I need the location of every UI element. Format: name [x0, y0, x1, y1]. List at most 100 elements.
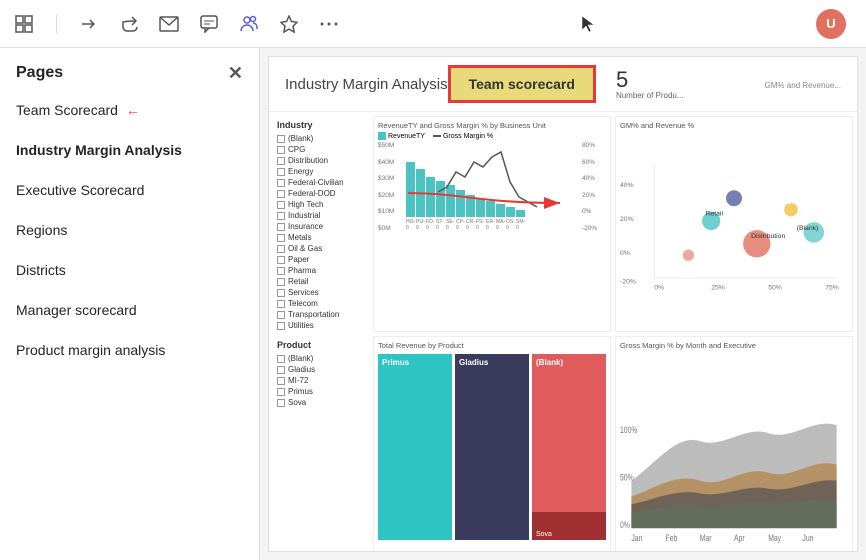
- svg-text:0%: 0%: [654, 284, 664, 291]
- filter-product-blank[interactable]: (Blank): [277, 354, 369, 363]
- right-label: GM% and Revenue...: [765, 81, 841, 90]
- filter-item-paper[interactable]: Paper: [277, 255, 369, 264]
- user-avatar[interactable]: U: [816, 9, 846, 39]
- chat-icon[interactable]: [197, 12, 221, 36]
- filter-item-transportation[interactable]: Transportation: [277, 310, 369, 319]
- svg-text:Mar: Mar: [700, 533, 712, 543]
- scorecard-label: Team scorecard: [469, 76, 575, 92]
- gladius-label: Gladius: [459, 358, 488, 367]
- filter-item-hightech[interactable]: High Tech: [277, 200, 369, 209]
- y-axis-right: 80%60%40%20%0%-20%: [580, 142, 606, 232]
- svg-text:Feb: Feb: [666, 533, 678, 543]
- svg-text:Jun: Jun: [802, 533, 813, 543]
- sidebar-item-executive-scorecard[interactable]: Executive Scorecard: [0, 170, 259, 210]
- filter-item-insurance[interactable]: Insurance: [277, 222, 369, 231]
- sidebar-item-industry-margin[interactable]: Industry Margin Analysis: [0, 130, 259, 170]
- sidebar-item-team-scorecard[interactable]: Team Scorecard ←: [0, 90, 259, 130]
- filter-item-energy[interactable]: Energy: [277, 167, 369, 176]
- charts-grid: RevenueTY and Gross Margin % by Business…: [373, 116, 853, 552]
- svg-text:50%: 50%: [768, 284, 782, 291]
- svg-text:40%: 40%: [620, 182, 634, 189]
- filter-item-distribution[interactable]: Distribution: [277, 156, 369, 165]
- legend-margin: Gross Margin %: [443, 133, 493, 140]
- page-title: Industry Margin Analysis: [285, 76, 448, 93]
- filter-item-services[interactable]: Services: [277, 288, 369, 297]
- svg-text:Jan: Jan: [631, 533, 642, 543]
- filter-item-blank[interactable]: (Blank): [277, 134, 369, 143]
- main-container: Pages ✕ Team Scorecard ← Industry Margin…: [0, 48, 866, 560]
- svg-text:May: May: [768, 533, 782, 543]
- email-icon[interactable]: [157, 12, 181, 36]
- sidebar-item-label: Regions: [16, 222, 67, 238]
- filter-product-mi72[interactable]: MI-72: [277, 376, 369, 385]
- svg-text:50%: 50%: [620, 473, 634, 483]
- chart-legend: RevenueTY Gross Margin %: [378, 132, 606, 140]
- svg-text:75%: 75%: [825, 284, 839, 291]
- filter-panel: Industry (Blank) CPG Distribution Energy…: [273, 116, 373, 552]
- sidebar-item-districts[interactable]: Districts: [0, 250, 259, 290]
- grid-icon[interactable]: [12, 12, 36, 36]
- sidebar-item-label: Team Scorecard: [16, 102, 118, 118]
- sidebar-title: Pages: [16, 64, 63, 82]
- number-label: Number of Produ...: [616, 91, 684, 100]
- star-icon[interactable]: [277, 12, 301, 36]
- filter-item-retail[interactable]: Retail: [277, 277, 369, 286]
- filter-item-federal-civilian[interactable]: Federal-Civilian: [277, 178, 369, 187]
- sidebar-item-label: Product margin analysis: [16, 342, 165, 358]
- more-icon[interactable]: [317, 12, 341, 36]
- area-svg: Jan Feb Mar Apr May Jun 100% 50% 0%: [620, 354, 848, 544]
- page-content: Industry Margin Analysis Team scorecard …: [268, 56, 858, 552]
- share-icon[interactable]: [117, 12, 141, 36]
- bar-chart-title: RevenueTY and Gross Margin % by Business…: [378, 121, 606, 130]
- sidebar-item-label: Manager scorecard: [16, 302, 137, 318]
- sidebar-items-list: Team Scorecard ← Industry Margin Analysi…: [0, 90, 259, 560]
- blank-label: (Blank): [536, 358, 563, 367]
- svg-text:Energy: Energy: [785, 199, 807, 206]
- sidebar-header: Pages ✕: [0, 48, 259, 90]
- teams-icon[interactable]: [237, 12, 261, 36]
- svg-text:Distribution: Distribution: [751, 233, 785, 240]
- svg-text:Apr: Apr: [734, 533, 745, 543]
- filter-product-primus[interactable]: Primus: [277, 387, 369, 396]
- svg-text:20%: 20%: [620, 216, 634, 223]
- scorecard-highlight-box[interactable]: Team scorecard: [448, 65, 596, 103]
- filter-item-utilities[interactable]: Utilities: [277, 321, 369, 330]
- sidebar-item-label: Districts: [16, 262, 66, 278]
- filter-item-cpg[interactable]: CPG: [277, 145, 369, 154]
- filter-item-industrial[interactable]: Industrial: [277, 211, 369, 220]
- sidebar-item-product-margin[interactable]: Product margin analysis: [0, 330, 259, 370]
- bar-2: [416, 169, 425, 217]
- filter-item-metals[interactable]: Metals: [277, 233, 369, 242]
- filter-item-oilgas[interactable]: Oil & Gas: [277, 244, 369, 253]
- bar-chart-body: $50M$40M$30M$20M$10M$0M: [378, 142, 606, 232]
- close-icon[interactable]: ✕: [228, 64, 243, 82]
- arrow-right-icon[interactable]: [77, 12, 101, 36]
- legend-revenue: RevenueTY: [388, 133, 425, 140]
- svg-text:(Blank): (Blank): [797, 225, 819, 232]
- sidebar-item-manager-scorecard[interactable]: Manager scorecard: [0, 290, 259, 330]
- svg-text:100%: 100%: [620, 425, 638, 435]
- scatter-title: GM% and Revenue %: [620, 121, 848, 130]
- product-filter-title: Product: [277, 340, 369, 350]
- svg-text:-20%: -20%: [620, 279, 636, 286]
- sidebar-item-regions[interactable]: Regions: [0, 210, 259, 250]
- filter-item-pharma[interactable]: Pharma: [277, 266, 369, 275]
- industry-filter-title: Industry: [277, 120, 369, 130]
- filter-item-telecom[interactable]: Telecom: [277, 299, 369, 308]
- filter-product-gladius[interactable]: Gladius: [277, 365, 369, 374]
- stacked-bars-container: Primus Gladius (Blank): [378, 354, 606, 540]
- stacked-bar-chart: Total Revenue by Product Primus Gladius: [373, 336, 611, 552]
- red-arrow-indicator: ←: [126, 102, 140, 118]
- filter-product-sova[interactable]: Sova: [277, 398, 369, 407]
- sidebar-item-label: Industry Margin Analysis: [16, 142, 182, 158]
- area-chart: Gross Margin % by Month and Executive: [615, 336, 853, 552]
- filter-item-federal-dod[interactable]: Federal-DOD: [277, 189, 369, 198]
- x-axis: HO-0 PU-0 FO-0 ST-0 SE-0 CP-0 CR-0 FS-0 …: [406, 219, 580, 231]
- pages-sidebar: Pages ✕ Team Scorecard ← Industry Margin…: [0, 48, 260, 560]
- sova-label: Sova: [536, 531, 552, 538]
- stacked-col-primus: Primus: [378, 354, 452, 540]
- svg-text:Retail: Retail: [706, 210, 724, 217]
- toolbar-sep-1: [56, 14, 57, 34]
- bar-line-chart: RevenueTY and Gross Margin % by Business…: [373, 116, 611, 332]
- number-value: 5: [616, 69, 628, 91]
